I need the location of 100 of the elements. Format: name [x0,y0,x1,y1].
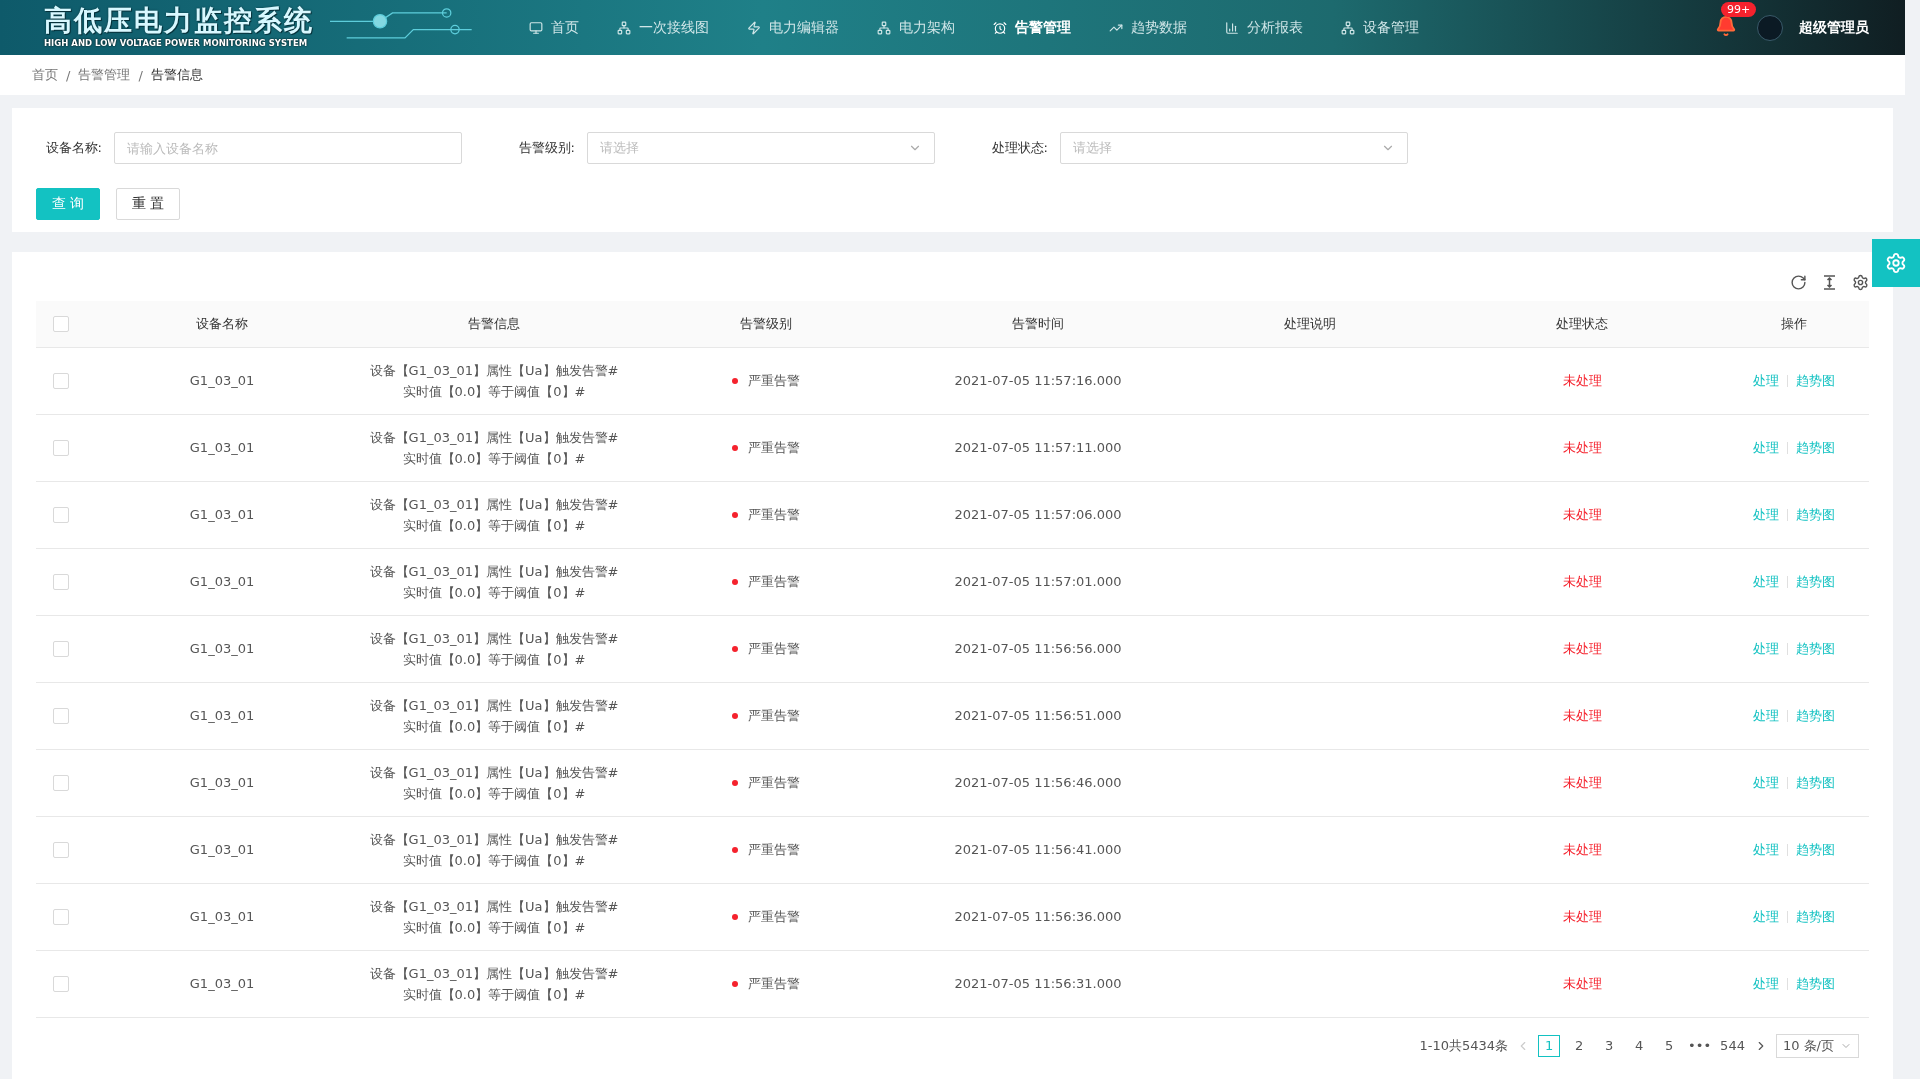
trend-link[interactable]: 趋势图 [1795,908,1835,924]
trend-link[interactable]: 趋势图 [1795,640,1835,656]
nav-item[interactable]: 设备管理 [1322,18,1438,37]
handle-link[interactable]: 处理 [1752,439,1779,455]
trend-link[interactable]: 趋势图 [1795,707,1835,723]
trend-link[interactable]: 趋势图 [1795,774,1835,790]
checkbox[interactable] [53,372,69,389]
nav-item[interactable]: 电力编辑器 [728,18,858,37]
breadcrumb-item[interactable]: 首页 [32,66,58,84]
reset-button[interactable]: 重 置 [116,188,180,220]
process-status: 未处理 [1562,506,1602,522]
nav-item[interactable]: 趋势数据 [1090,18,1206,37]
checkbox[interactable] [53,908,69,925]
input-field[interactable]: 请输入设备名称 [114,132,462,164]
alarm-icon [993,20,1007,35]
handle-link[interactable]: 处理 [1752,774,1779,790]
process-status: 未处理 [1562,908,1602,924]
alarm-message: 设备【G1_03_01】属性【Ua】触发告警# 实时值【0.0】等于阈值【0】# [369,562,619,602]
device-name: G1_03_01 [189,775,255,790]
alarm-message: 设备【G1_03_01】属性【Ua】触发告警# 实时值【0.0】等于阈值【0】# [369,629,619,669]
handle-link[interactable]: 处理 [1752,640,1779,656]
process-status: 未处理 [1562,841,1602,857]
monitor-icon [529,20,543,35]
refresh-icon[interactable] [1790,274,1807,291]
network-icon [877,20,891,35]
breadcrumb-separator: / [138,67,143,83]
trend-link[interactable]: 趋势图 [1795,975,1835,991]
page-button[interactable]: 2 [1568,1034,1591,1057]
nav-item[interactable]: 首页 [510,18,598,37]
query-button[interactable]: 查 询 [36,188,100,220]
checkbox[interactable] [53,439,69,456]
column-header: 处理说明 [1174,301,1446,347]
alarm-message: 设备【G1_03_01】属性【Ua】触发告警# 实时值【0.0】等于阈值【0】# [369,696,619,736]
alarm-time: 2021-07-05 11:57:11.000 [954,440,1122,455]
checkbox[interactable] [53,841,69,858]
handle-link[interactable]: 处理 [1752,506,1779,522]
process-status: 未处理 [1562,372,1602,388]
column-header: 告警信息 [358,301,630,347]
alarm-time: 2021-07-05 11:56:31.000 [954,976,1122,991]
page-button[interactable]: 1 [1538,1034,1561,1057]
device-name: G1_03_01 [189,708,255,723]
alarm-time: 2021-07-05 11:56:51.000 [954,708,1122,723]
device-name: G1_03_01 [189,976,255,991]
page-button[interactable]: 544 [1719,1034,1746,1057]
page-button[interactable]: 5 [1658,1034,1681,1057]
alarm-message: 设备【G1_03_01】属性【Ua】触发告警# 实时值【0.0】等于阈值【0】# [369,964,619,1004]
breadcrumb-item: 告警信息 [150,66,203,84]
alarm-message: 设备【G1_03_01】属性【Ua】触发告警# 实时值【0.0】等于阈值【0】# [369,897,619,937]
network-icon [617,20,631,35]
checkbox[interactable] [53,573,69,590]
trend-link[interactable]: 趋势图 [1795,439,1835,455]
handle-link[interactable]: 处理 [1752,975,1779,991]
handle-link[interactable]: 处理 [1752,841,1779,857]
bolt-icon [747,20,761,35]
checkbox[interactable] [53,640,69,657]
breadcrumb-separator: / [66,67,71,83]
alarm-level: 严重告警 [748,840,800,859]
process-status: 未处理 [1562,439,1602,455]
page-size-select[interactable]: 10 条/页 [1775,1033,1859,1058]
device-name: G1_03_01 [189,842,255,857]
page-ellipsis[interactable]: ••• [1688,1038,1712,1053]
alarm-bell-icon[interactable] [1715,14,1737,37]
select-field[interactable]: 请选择 [1060,132,1408,164]
settings-icon [1885,252,1907,274]
device-name: G1_03_01 [189,440,255,455]
page-button[interactable]: 3 [1598,1034,1621,1057]
nav-item[interactable]: 分析报表 [1206,18,1322,37]
alarm-level: 严重告警 [748,773,800,792]
checkbox[interactable] [53,975,69,992]
trend-link[interactable]: 趋势图 [1795,506,1835,522]
total-count: 1-10共5434条 [1419,1036,1509,1055]
user-avatar[interactable] [1757,14,1783,41]
handle-link[interactable]: 处理 [1752,908,1779,924]
handle-link[interactable]: 处理 [1752,707,1779,723]
process-status: 未处理 [1562,573,1602,589]
row-height-icon[interactable] [1821,274,1838,291]
alarm-time: 2021-07-05 11:57:01.000 [954,574,1122,589]
trend-link[interactable]: 趋势图 [1795,841,1835,857]
user-name[interactable]: 超级管理员 [1799,18,1869,37]
alarm-level: 严重告警 [748,639,800,658]
handle-link[interactable]: 处理 [1752,573,1779,589]
breadcrumb-item[interactable]: 告警管理 [78,66,131,84]
page-button[interactable]: 4 [1628,1034,1651,1057]
settings-icon[interactable] [1852,274,1869,291]
nav-item[interactable]: 电力架构 [858,18,974,37]
checkbox[interactable] [53,506,69,523]
trend-link[interactable]: 趋势图 [1795,573,1835,589]
select-field[interactable]: 请选择 [587,132,935,164]
trend-link[interactable]: 趋势图 [1795,372,1835,388]
device-name: G1_03_01 [189,909,255,924]
nav-item[interactable]: 一次接线图 [598,18,728,37]
checkbox[interactable] [53,707,69,724]
checkbox[interactable] [53,316,69,332]
process-status: 未处理 [1562,774,1602,790]
bar-chart-icon [1225,20,1239,35]
checkbox[interactable] [53,774,69,791]
device-name: G1_03_01 [189,507,255,522]
handle-link[interactable]: 处理 [1752,372,1779,388]
column-header: 操作 [1718,301,1869,347]
nav-item[interactable]: 告警管理 [974,18,1090,37]
